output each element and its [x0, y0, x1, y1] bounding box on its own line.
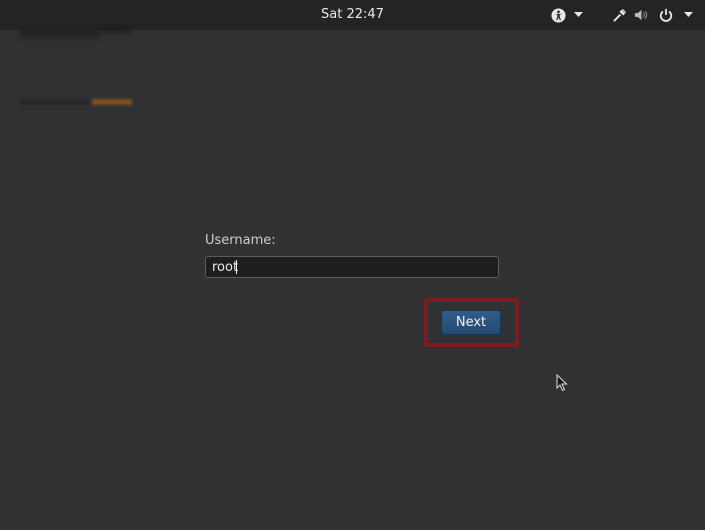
logo	[20, 22, 135, 44]
chevron-down-icon[interactable]	[572, 6, 584, 24]
volume-icon[interactable]	[633, 6, 649, 24]
next-button[interactable]: Next	[441, 310, 501, 335]
text-caret	[236, 260, 237, 274]
mouse-pointer-icon	[556, 373, 568, 396]
clock[interactable]: Sat 22:47	[0, 7, 705, 22]
network-icon[interactable]	[611, 6, 627, 24]
username-input[interactable]	[205, 256, 499, 278]
username-label: Username:	[205, 233, 276, 248]
login-screen: Sat 22:47 Username: root Next	[0, 0, 705, 530]
power-icon[interactable]	[658, 6, 674, 24]
logo-subtitle	[20, 97, 135, 107]
accessibility-icon[interactable]	[550, 6, 566, 24]
chevron-down-icon[interactable]	[682, 6, 694, 24]
